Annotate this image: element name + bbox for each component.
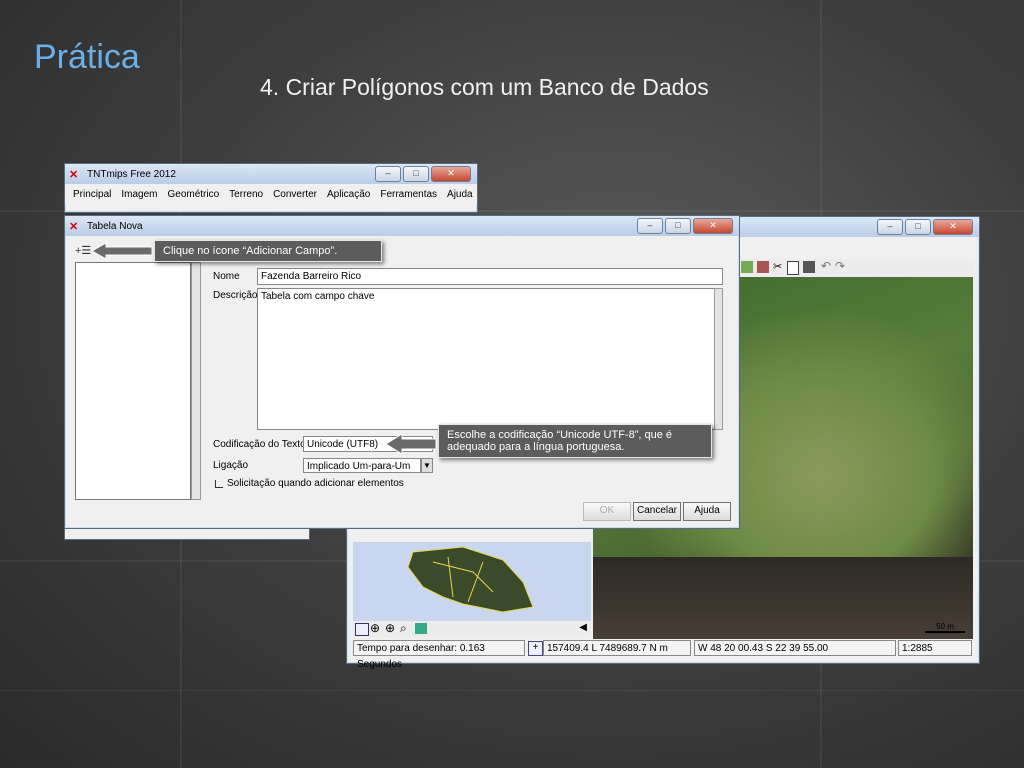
encoding-arrow-icon (386, 433, 437, 455)
status-coords: 157409.4 L 7489689.7 N m (543, 640, 691, 656)
menu-item-terreno[interactable]: Terreno (229, 189, 263, 200)
menubar: Principal Imagem Geométrico Terreno Converte… (65, 184, 477, 205)
maximize-button[interactable]: □ (403, 166, 429, 182)
undo-icon[interactable]: ↶ (821, 259, 831, 273)
description-label: Descrição (213, 290, 258, 301)
tntmips-logo-icon: ✕ (69, 221, 79, 233)
cut-icon[interactable]: ✂ (773, 260, 782, 273)
encoding-label: Codificação do Texto: (213, 439, 309, 450)
status-latlon: W 48 20 00.43 S 22 39 55.00 (694, 640, 896, 656)
name-label: Nome (213, 271, 240, 282)
copy-icon[interactable] (787, 261, 799, 275)
tool-icon[interactable] (741, 261, 753, 273)
description-textarea[interactable]: Tabela com campo chave (257, 288, 715, 430)
new-table-dialog: ✕ Tabela Nova – □ ✕ +☰ Nome Fazenda Barr… (64, 215, 740, 529)
link-select[interactable]: Implicado Um-para-Um (303, 458, 421, 473)
menu-item-ajuda[interactable]: Ajuda (447, 189, 473, 200)
redo-icon[interactable]: ↷ (835, 259, 845, 273)
add-field-icon[interactable]: +☰ (75, 244, 91, 258)
menu-item-principal[interactable]: Principal (73, 189, 111, 200)
search-icon[interactable]: ⌕ (400, 621, 407, 636)
tntmips-logo-icon: ✕ (69, 169, 79, 181)
status-scale: 1:2885 (898, 640, 972, 656)
overview-toolbar: ⊕ ⊕ ⌕ ◀ (353, 621, 591, 637)
add-field-callout: Clique no ícone “Adicionar Campo”. (154, 240, 382, 262)
link-label: Ligação (213, 460, 249, 471)
help-button[interactable]: Ajuda (683, 502, 731, 521)
zoom-icon[interactable]: ⊕ (370, 621, 380, 635)
map-toolbar: ✂ ↶ ↷ (737, 259, 975, 277)
overview-map[interactable] (353, 542, 591, 622)
field-list[interactable] (75, 262, 191, 500)
overview-island (407, 546, 534, 613)
ok-button[interactable]: OK (583, 502, 631, 521)
add-field-arrow-icon (92, 242, 153, 260)
maximize-button[interactable]: □ (665, 218, 691, 234)
main-window: ✕ TNTmips Free 2012 – □ ✕ Principal Image… (64, 163, 478, 213)
menu-item-geometrico[interactable]: Geométrico (167, 189, 219, 200)
paste-icon[interactable] (803, 261, 815, 273)
menu-item-converter[interactable]: Converter (273, 189, 317, 200)
slide-subtitle: 4. Criar Polígonos com um Banco de Dados (260, 74, 709, 100)
tool-icon[interactable] (757, 261, 769, 273)
dialog-titlebar[interactable]: ✕ Tabela Nova – □ ✕ (65, 216, 739, 236)
link-dropdown-arrow-icon[interactable]: ▼ (421, 458, 433, 473)
menu-item-imagem[interactable]: Imagem (121, 189, 157, 200)
minimize-button[interactable]: – (637, 218, 663, 234)
name-input[interactable]: Fazenda Barreiro Rico (257, 268, 723, 285)
crosshair-icon[interactable]: + (528, 641, 543, 656)
dialog-title: Tabela Nova (87, 220, 143, 232)
main-window-title: TNTmips Free 2012 (87, 168, 176, 180)
prompt-checkbox-label: Solicitação quando adicionar elementos (227, 478, 404, 489)
minimize-button[interactable]: – (375, 166, 401, 182)
cancel-button[interactable]: Cancelar (633, 502, 681, 521)
prompt-checkbox[interactable] (215, 480, 223, 488)
maximize-button[interactable]: □ (905, 219, 931, 235)
menu-item-aplicacao[interactable]: Aplicação (327, 189, 370, 200)
field-list-scrollbar[interactable] (191, 262, 201, 500)
status-draw-time: Tempo para desenhar: 0.163 Segundos (353, 640, 525, 670)
close-button[interactable]: ✕ (933, 219, 973, 235)
menu-item-ferramentas[interactable]: Ferramentas (380, 189, 437, 200)
close-button[interactable]: ✕ (693, 218, 733, 234)
arrow-left-icon[interactable]: ◀ (579, 622, 587, 633)
close-button[interactable]: ✕ (431, 166, 471, 182)
layers-icon[interactable] (355, 623, 369, 636)
encoding-callout: Escolhe a codificação “Unicode UTF-8”, q… (438, 424, 712, 458)
slide-title: Prática (34, 38, 140, 76)
map-icon[interactable] (415, 623, 427, 634)
scale-bar: 50 m (925, 622, 965, 633)
zoom-in-icon[interactable]: ⊕ (385, 621, 395, 635)
main-window-titlebar[interactable]: ✕ TNTmips Free 2012 – □ ✕ (65, 164, 477, 184)
minimize-button[interactable]: – (877, 219, 903, 235)
description-scrollbar[interactable] (714, 288, 723, 430)
